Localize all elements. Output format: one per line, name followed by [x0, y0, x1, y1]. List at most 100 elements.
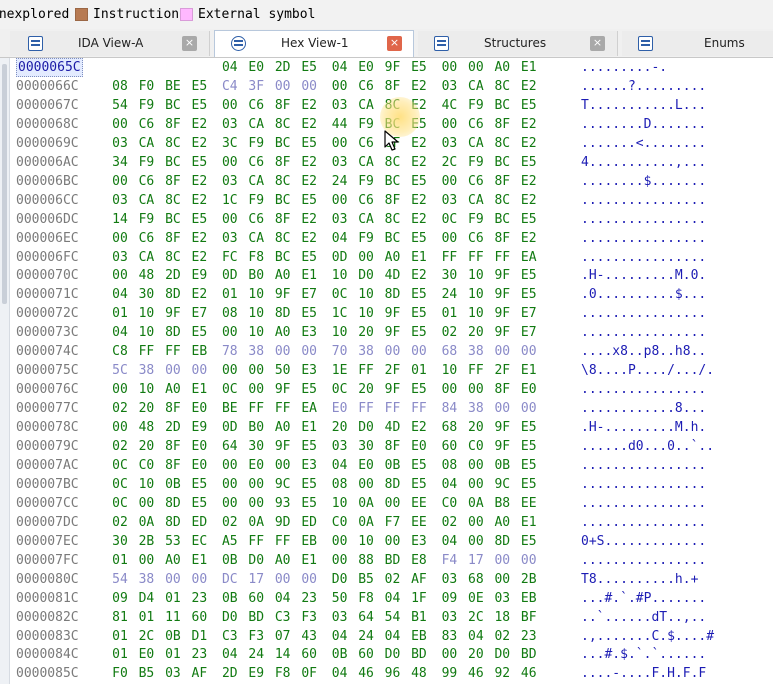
hex-byte[interactable]: 2F	[381, 361, 405, 380]
hex-byte[interactable]: E0	[407, 437, 431, 456]
hex-byte[interactable]: 11	[161, 608, 185, 627]
hex-byte[interactable]: E5	[187, 323, 211, 342]
hex-byte[interactable]: 8D	[381, 285, 405, 304]
hex-byte[interactable]: EB	[187, 342, 211, 361]
hex-byte[interactable]: 81	[108, 608, 132, 627]
hex-byte[interactable]: 03	[218, 115, 242, 134]
hex-byte[interactable]: 8D	[490, 532, 514, 551]
hex-byte[interactable]: FF	[161, 342, 185, 361]
hex-byte[interactable]: 00	[187, 570, 211, 589]
hex-byte[interactable]: 03	[218, 172, 242, 191]
hex-byte[interactable]: D0	[354, 418, 378, 437]
hex-byte[interactable]: E2	[407, 210, 431, 229]
hex-byte[interactable]: FF	[464, 361, 488, 380]
row-address[interactable]: 000006CC	[16, 191, 79, 210]
hex-byte[interactable]: 2D	[161, 418, 185, 437]
hex-byte[interactable]: E0	[187, 456, 211, 475]
hex-byte[interactable]: E0	[244, 58, 268, 77]
hex-byte[interactable]: 17	[464, 551, 488, 570]
hex-byte[interactable]: E2	[187, 172, 211, 191]
hex-byte[interactable]: E7	[517, 304, 541, 323]
hex-byte[interactable]: E2	[407, 266, 431, 285]
hex-byte[interactable]: 24	[354, 627, 378, 646]
hex-byte[interactable]: B0	[244, 266, 268, 285]
hex-byte[interactable]: C0	[437, 494, 461, 513]
hex-byte[interactable]: 23	[187, 645, 211, 664]
hex-byte[interactable]: C0	[464, 437, 488, 456]
row-address[interactable]: 0000076C	[16, 380, 79, 399]
hex-byte[interactable]: 8F	[271, 153, 295, 172]
hex-byte[interactable]: 00	[517, 342, 541, 361]
ascii-column[interactable]: ................	[581, 494, 706, 513]
hex-byte[interactable]: 00	[464, 475, 488, 494]
hex-byte[interactable]: BD	[244, 608, 268, 627]
hex-byte[interactable]: C6	[464, 229, 488, 248]
ascii-column[interactable]: .H-.........M.h.	[581, 418, 706, 437]
hex-byte[interactable]: E1	[407, 248, 431, 267]
hex-byte[interactable]: 03	[328, 437, 352, 456]
hex-byte[interactable]: FC	[218, 248, 242, 267]
hex-byte[interactable]: CA	[464, 134, 488, 153]
hex-byte[interactable]: C6	[134, 229, 158, 248]
hex-byte[interactable]: 00	[517, 551, 541, 570]
row-address[interactable]: 0000079C	[16, 437, 79, 456]
hex-byte[interactable]: 00	[437, 58, 461, 77]
hex-byte[interactable]: CA	[354, 96, 378, 115]
hex-byte[interactable]: 9F	[490, 266, 514, 285]
vertical-scrollbar[interactable]	[0, 58, 10, 684]
hex-byte[interactable]: 01	[437, 304, 461, 323]
hex-byte[interactable]: 0A	[244, 513, 268, 532]
hex-byte[interactable]: 00	[218, 153, 242, 172]
hex-byte[interactable]: E1	[187, 551, 211, 570]
hex-byte[interactable]: E5	[187, 494, 211, 513]
hex-byte[interactable]: FF	[271, 399, 295, 418]
ascii-column[interactable]: \8....P..../.../.	[581, 361, 714, 380]
hex-byte[interactable]: 00	[108, 115, 132, 134]
hex-byte[interactable]: 8F	[271, 96, 295, 115]
row-address[interactable]: 000006AC	[16, 153, 79, 172]
ascii-column[interactable]: ......d0...0..`..	[581, 437, 714, 456]
hex-byte[interactable]: 07	[271, 627, 295, 646]
hex-byte[interactable]: E2	[517, 172, 541, 191]
hex-byte[interactable]: 00	[244, 380, 268, 399]
hex-byte[interactable]: FF	[354, 399, 378, 418]
hex-byte[interactable]: 00	[134, 551, 158, 570]
row-address[interactable]: 0000067C	[16, 96, 79, 115]
hex-byte[interactable]: 02	[437, 513, 461, 532]
hex-byte[interactable]: E1	[297, 551, 321, 570]
hex-byte[interactable]: E2	[517, 191, 541, 210]
hex-byte[interactable]: 4D	[381, 418, 405, 437]
hex-byte[interactable]: 09	[437, 589, 461, 608]
hex-byte[interactable]: BC	[271, 191, 295, 210]
hex-byte[interactable]: 1F	[407, 589, 431, 608]
hex-byte[interactable]: 10	[244, 304, 268, 323]
hex-byte[interactable]: BC	[161, 96, 185, 115]
hex-byte[interactable]: 9F	[490, 304, 514, 323]
hex-byte[interactable]: EA	[297, 399, 321, 418]
hex-byte[interactable]: BC	[271, 248, 295, 267]
hex-byte[interactable]: 20	[464, 418, 488, 437]
close-icon[interactable]: ×	[387, 36, 402, 51]
hex-byte[interactable]: 0B	[218, 551, 242, 570]
hex-row[interactable]: 000006FC 03 CA 8C E2 FC F8 BC E5 0D 00 A0 E1 FF FF FF EA…	[10, 248, 773, 267]
hex-byte[interactable]: E5	[517, 96, 541, 115]
hex-byte[interactable]: 00	[271, 456, 295, 475]
hex-byte[interactable]: 8F	[490, 172, 514, 191]
row-address[interactable]: 000007FC	[16, 551, 79, 570]
hex-byte[interactable]: A5	[218, 532, 242, 551]
hex-row[interactable]: 000007CC 0C 00 8D E5 00 00 93 E5 10 0A 00 EE C0 0A B8 EE…	[10, 494, 773, 513]
hex-byte[interactable]: E2	[407, 153, 431, 172]
hex-byte[interactable]: E2	[517, 115, 541, 134]
hex-byte[interactable]: BD	[381, 551, 405, 570]
hex-byte[interactable]: 9F	[271, 437, 295, 456]
tab-enums[interactable]: Enums	[622, 31, 773, 56]
hex-byte[interactable]: 00	[464, 456, 488, 475]
hex-byte[interactable]: 04	[328, 58, 352, 77]
hex-byte[interactable]: 08	[108, 77, 132, 96]
hex-byte[interactable]: 0C	[218, 380, 242, 399]
hex-byte[interactable]: E5	[297, 475, 321, 494]
hex-byte[interactable]: E3	[407, 532, 431, 551]
hex-byte[interactable]: 00	[328, 191, 352, 210]
hex-byte[interactable]: E5	[517, 456, 541, 475]
hex-byte[interactable]: CA	[464, 77, 488, 96]
